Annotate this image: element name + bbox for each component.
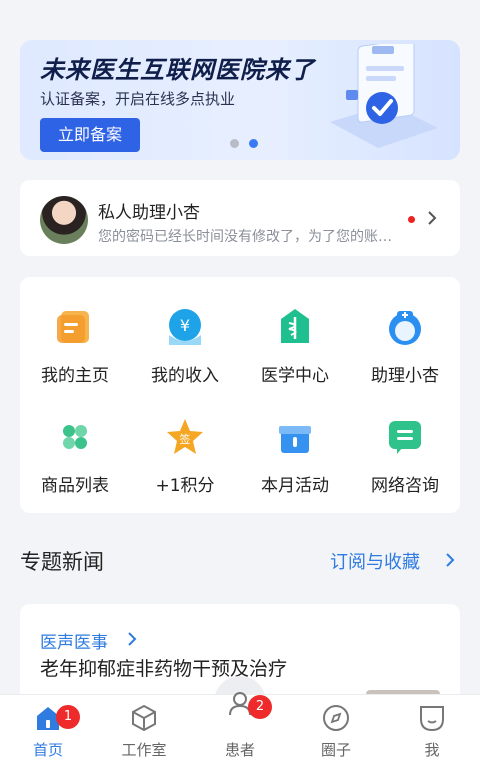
- grid-item-points[interactable]: 签 +1积分: [130, 387, 240, 497]
- grid-item-assistant[interactable]: 助理小杏: [350, 277, 460, 387]
- assistant-message: 您的密码已经长时间没有修改了，为了您的账号安全: [98, 229, 398, 245]
- grid-item-label: 商品列表: [41, 476, 109, 496]
- tab-label: 我: [424, 741, 440, 759]
- carousel-dot[interactable]: [230, 139, 239, 148]
- tab-home[interactable]: 首页 1: [0, 695, 96, 762]
- homepage-icon: [57, 311, 89, 343]
- tab-circle[interactable]: 圈子: [288, 695, 384, 762]
- chevron-right-icon[interactable]: [440, 550, 460, 570]
- face-icon: [420, 706, 444, 732]
- register-button[interactable]: 立即备案: [40, 118, 140, 152]
- grid-item-activities[interactable]: 本月活动: [240, 387, 350, 497]
- avatar: [40, 196, 88, 244]
- news-tag[interactable]: 医声医事: [40, 628, 108, 653]
- tab-label: 工作室: [121, 741, 167, 759]
- gift-icon: [279, 426, 311, 453]
- svg-text:¥: ¥: [180, 316, 190, 335]
- grid-item-label: 本月活动: [261, 476, 329, 496]
- chevron-right-icon: [428, 211, 437, 225]
- grid-item-label: 医学中心: [261, 366, 329, 386]
- grid-item-label: 我的主页: [41, 366, 109, 386]
- tab-patients[interactable]: 患者 2: [192, 692, 288, 762]
- assistant-message-card[interactable]: 私人助理小杏 您的密码已经长时间没有修改了，为了您的账号安全: [20, 180, 460, 256]
- medical-center-icon: [281, 309, 309, 343]
- notification-badge: 1: [56, 705, 80, 729]
- tab-label: 圈子: [320, 741, 351, 759]
- assistant-name: 私人助理小杏: [98, 203, 200, 223]
- clover-icon: [63, 425, 87, 449]
- banner-title: 未来医生互联网医院来了: [40, 56, 315, 84]
- chat-icon: [389, 421, 421, 454]
- unread-dot: [408, 216, 415, 223]
- carousel-indicator: [230, 139, 258, 148]
- compass-icon: [323, 705, 349, 731]
- grid-item-consult[interactable]: 网络咨询: [350, 387, 460, 497]
- grid-item-label: 网络咨询: [371, 476, 439, 496]
- grid-item-products[interactable]: 商品列表: [20, 387, 130, 497]
- tab-label: 首页: [32, 741, 63, 759]
- certificate-icon: [330, 44, 438, 148]
- nurse-icon: [389, 311, 421, 345]
- tab-studio[interactable]: 工作室: [96, 695, 192, 762]
- grid-item-label: 我的收入: [151, 366, 219, 386]
- income-icon: ¥: [169, 309, 201, 345]
- svg-text:签: 签: [180, 432, 191, 446]
- tab-me[interactable]: 我: [384, 695, 480, 762]
- grid-item-medical-center[interactable]: 医学中心: [240, 277, 350, 387]
- feature-grid: 我的主页 ¥ 我的收入 医学中心 助理小杏 商品列表 签 +1积分 本月活动 网…: [20, 277, 460, 513]
- grid-item-label: +1积分: [155, 476, 215, 496]
- carousel-dot-active[interactable]: [249, 139, 258, 148]
- news-title: 老年抑郁症非药物干预及治疗: [40, 658, 288, 680]
- section-title: 专题新闻: [20, 550, 104, 574]
- bottom-tab-bar: 首页 1 工作室 患者 2 圈子 我: [0, 692, 480, 762]
- notification-badge: 2: [248, 695, 272, 719]
- grid-item-label: 助理小杏: [371, 366, 439, 386]
- chevron-right-icon: [128, 632, 137, 646]
- grid-item-homepage[interactable]: 我的主页: [20, 277, 130, 387]
- grid-item-income[interactable]: ¥ 我的收入: [130, 277, 240, 387]
- subscribe-link[interactable]: 订阅与收藏: [330, 548, 420, 574]
- banner-subtitle: 认证备案，开启在线多点执业: [40, 90, 236, 108]
- sign-star-icon: 签: [167, 419, 203, 454]
- tab-label: 患者: [224, 741, 255, 759]
- cube-icon: [132, 704, 156, 732]
